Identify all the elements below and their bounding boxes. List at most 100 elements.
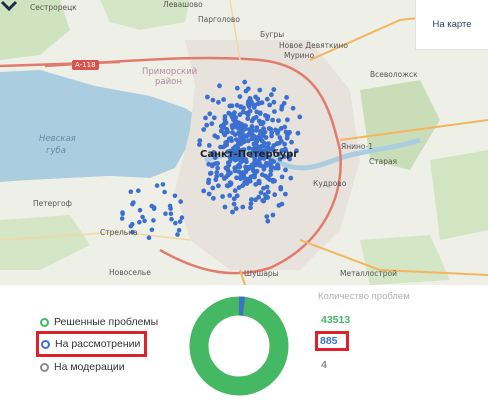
problem-point	[168, 211, 174, 216]
problem-point	[269, 133, 274, 139]
problem-point	[295, 130, 301, 136]
map-label-primorsky-district: район	[155, 77, 182, 87]
map-label-guba: губа	[46, 146, 66, 156]
problem-point	[209, 121, 215, 127]
problem-point	[210, 185, 216, 191]
problem-point	[257, 111, 263, 116]
problem-point	[290, 105, 296, 111]
problem-point	[229, 103, 235, 109]
map-label-nevskaya: Невская	[39, 134, 76, 144]
map-label-spb: Санкт-Петербург	[200, 149, 299, 160]
problem-point	[254, 127, 259, 133]
legend-dot-icon	[40, 317, 49, 327]
problem-point	[137, 219, 142, 225]
problem-point	[207, 171, 213, 176]
problem-point	[257, 162, 262, 168]
problem-point	[237, 164, 243, 170]
legend-label: На рассмотрении	[55, 338, 141, 350]
problems-map[interactable]: A-118 Сестрорецк Левашово Парголово Бугр…	[0, 0, 488, 285]
view-on-map-button[interactable]: На карте	[415, 0, 488, 50]
problem-point	[203, 115, 208, 121]
problem-point	[249, 129, 254, 135]
problem-point	[221, 97, 227, 102]
problem-point	[178, 199, 183, 204]
stats-header: Количество проблем	[318, 291, 410, 302]
problem-point	[151, 206, 157, 211]
map-label-sestroretsk: Сестрорецк	[30, 3, 77, 12]
problem-point	[265, 195, 271, 200]
problem-point	[253, 94, 258, 100]
problem-point	[271, 99, 277, 105]
problem-point	[242, 126, 248, 132]
problem-point	[279, 106, 284, 112]
problem-point	[204, 122, 210, 128]
problem-point	[283, 191, 288, 197]
map-label-strelna: Стрельна	[100, 228, 138, 237]
problem-point	[265, 218, 271, 224]
problem-point	[262, 140, 267, 146]
map-chevron-icon[interactable]	[0, 0, 18, 12]
problem-point	[254, 168, 260, 174]
problem-point	[265, 114, 271, 119]
problem-point	[169, 216, 174, 222]
problem-point	[234, 175, 240, 181]
problem-point	[146, 235, 152, 240]
problem-point	[245, 138, 251, 144]
problem-point	[248, 205, 253, 211]
problem-point	[214, 170, 220, 175]
problem-point	[276, 118, 281, 123]
problem-point	[244, 181, 250, 186]
problem-point	[253, 197, 258, 203]
problem-point	[229, 112, 234, 118]
problem-point	[251, 116, 257, 121]
legend-item-under-review[interactable]: На рассмотрении	[36, 331, 148, 357]
problem-point	[258, 121, 264, 127]
problem-point	[284, 95, 289, 100]
problem-point	[242, 79, 248, 85]
problem-point	[205, 94, 210, 100]
problem-point	[163, 211, 168, 216]
problem-point	[128, 189, 134, 194]
stat-review-count: 885	[315, 331, 349, 351]
stats-panel: Количество проблем 43513 885 4	[315, 291, 458, 371]
problem-point	[120, 210, 125, 215]
problem-point	[248, 201, 254, 207]
legend-dot-icon	[41, 339, 50, 349]
map-label-murino: Мурино	[284, 51, 315, 60]
problem-point	[151, 218, 156, 223]
problem-point	[287, 129, 292, 135]
problem-point	[225, 160, 231, 166]
problem-point	[229, 123, 235, 128]
problem-point	[249, 197, 254, 202]
problem-point	[130, 222, 135, 227]
problem-point	[259, 172, 265, 178]
problem-point	[259, 100, 265, 106]
problem-point	[240, 204, 246, 210]
problem-point	[270, 179, 276, 184]
problem-point	[210, 97, 216, 103]
problem-point	[254, 143, 259, 148]
problem-point	[268, 172, 273, 178]
legend-item-moderation[interactable]: На модерации	[40, 357, 125, 377]
problem-point	[219, 172, 224, 178]
problem-point	[206, 191, 212, 197]
problem-point	[230, 209, 235, 215]
problem-point	[179, 215, 185, 220]
problem-point	[207, 111, 213, 117]
problem-point	[288, 175, 294, 181]
map-label-vsevolozhsk: Всеволожск	[370, 70, 418, 79]
map-label-pargolovo: Парголово	[198, 15, 240, 24]
problem-point	[206, 143, 212, 148]
problem-point	[237, 94, 243, 99]
problem-point	[216, 183, 221, 189]
problem-point	[272, 109, 277, 114]
problem-point	[289, 139, 294, 145]
problem-point	[279, 174, 285, 180]
problem-point	[220, 194, 226, 199]
legend-item-resolved[interactable]: Решенные проблемы	[40, 312, 158, 332]
map-label-peterhof: Петергоф	[33, 199, 72, 208]
problem-point	[258, 190, 264, 196]
problem-point	[264, 96, 270, 102]
map-label-yanino: Янино-1	[341, 142, 373, 151]
stat-resolved-count: 43513	[321, 314, 351, 326]
